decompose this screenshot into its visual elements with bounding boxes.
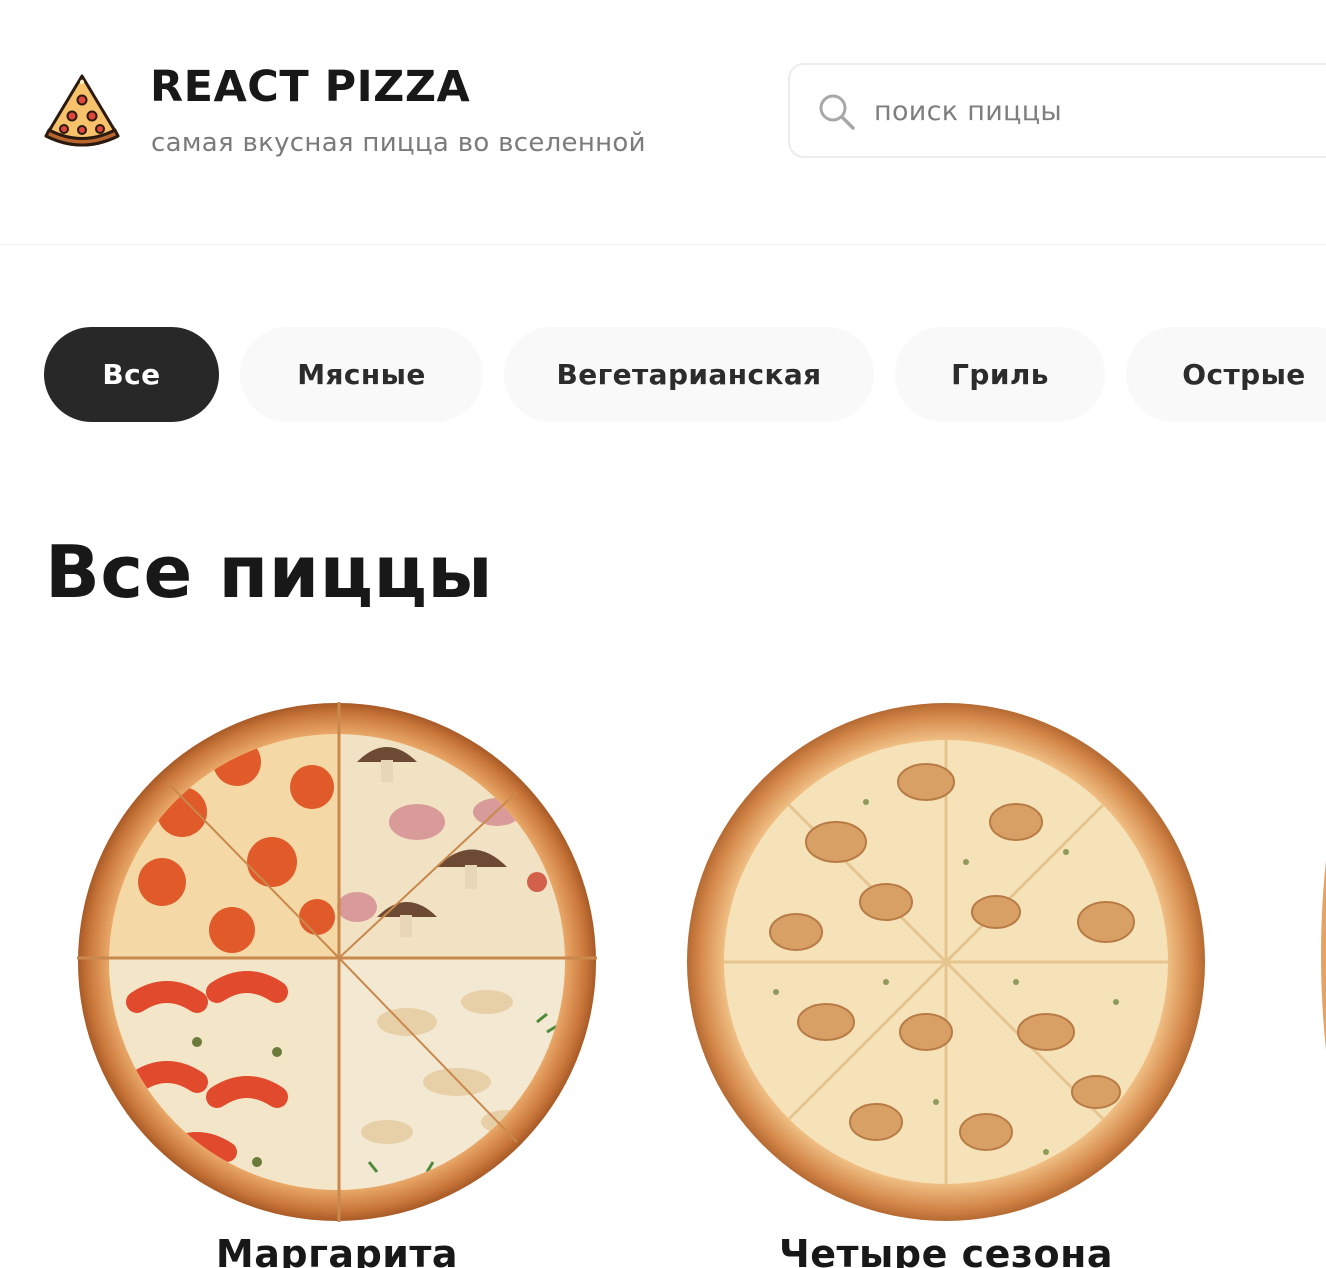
pizza-name-margarita: Маргарита	[215, 1232, 459, 1268]
brand-subtitle: самая вкусная пицца во вселенной	[151, 128, 646, 158]
search-box[interactable]	[788, 63, 1326, 158]
brand-title[interactable]: REACT PIZZA	[150, 62, 470, 112]
category-meat[interactable]: Мясные	[240, 327, 483, 422]
category-spicy[interactable]: Острые	[1126, 327, 1326, 422]
pizza-image-margarita[interactable]	[77, 702, 597, 1222]
page-title: Все пиццы	[45, 530, 493, 614]
category-vegetarian[interactable]: Вегетарианская	[504, 327, 874, 422]
category-grill[interactable]: Гриль	[895, 327, 1105, 422]
header: REACT PIZZA самая вкусная пицца во вселе…	[0, 0, 1326, 245]
pizza-name-four-seasons: Четыре сезона	[779, 1232, 1113, 1268]
category-all[interactable]: Все	[44, 327, 219, 422]
search-icon	[819, 94, 855, 130]
pizza-image-partial[interactable]	[1316, 860, 1326, 1050]
categories-bar: Все Мясные Вегетарианская Гриль Острые	[0, 327, 1326, 422]
pizza-slice-icon[interactable]	[42, 70, 122, 150]
page: REACT PIZZA самая вкусная пицца во вселе…	[0, 0, 1326, 1268]
pizza-image-four-seasons[interactable]	[686, 702, 1206, 1222]
search-input[interactable]	[874, 85, 1326, 137]
